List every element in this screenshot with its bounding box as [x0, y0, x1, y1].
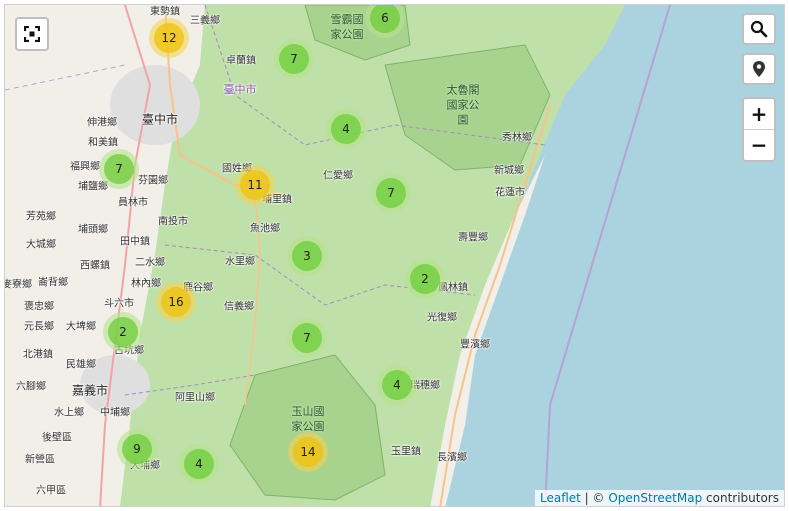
cluster-count: 7	[292, 323, 322, 353]
cluster-count: 14	[293, 437, 323, 467]
cluster-count: 2	[108, 317, 138, 347]
attribution-suffix: contributors	[702, 491, 779, 505]
cluster-count: 2	[410, 264, 440, 294]
cluster-count: 6	[370, 5, 400, 33]
cluster-count: 16	[161, 287, 191, 317]
zoom-in-button[interactable]: +	[744, 99, 774, 129]
marker-cluster[interactable]: 14	[288, 432, 328, 472]
cluster-count: 7	[376, 178, 406, 208]
cluster-count: 12	[154, 23, 184, 53]
cluster-count: 9	[122, 434, 152, 464]
marker-cluster[interactable]: 4	[179, 444, 219, 484]
osm-link[interactable]: OpenStreetMap	[608, 491, 702, 505]
marker-cluster[interactable]: 12	[149, 18, 189, 58]
marker-cluster[interactable]: 16	[156, 282, 196, 322]
cluster-count: 3	[292, 241, 322, 271]
marker-cluster[interactable]: 4	[326, 109, 366, 149]
marker-cluster[interactable]: 7	[371, 173, 411, 213]
fullscreen-button[interactable]	[15, 17, 49, 51]
marker-cluster[interactable]: 9	[117, 429, 157, 469]
cluster-count: 7	[104, 154, 134, 184]
locate-button[interactable]	[742, 53, 776, 85]
cluster-count: 4	[184, 449, 214, 479]
marker-cluster[interactable]: 11	[235, 165, 275, 205]
marker-cluster[interactable]: 7	[287, 318, 327, 358]
marker-cluster[interactable]: 2	[405, 259, 445, 299]
basemap	[5, 5, 671, 506]
leaflet-link[interactable]: Leaflet	[540, 491, 581, 505]
zoom-out-button[interactable]: −	[744, 129, 774, 160]
attribution: Leaflet | © OpenStreetMap contributors	[535, 490, 784, 506]
map-container[interactable]: 東勢鎮 三義鄉 卓蘭鎮 臺中市 臺中市 伸港鄉 和美鎮 福興鄉 芬園鄉 埔鹽鄉 …	[4, 4, 785, 507]
zoom-control: + −	[742, 97, 776, 162]
fullscreen-icon	[24, 26, 40, 42]
cluster-count: 4	[331, 114, 361, 144]
marker-cluster[interactable]: 7	[99, 149, 139, 189]
marker-cluster[interactable]: 7	[274, 39, 314, 79]
cluster-count: 7	[279, 44, 309, 74]
marker-cluster[interactable]: 4	[377, 365, 417, 405]
marker-cluster[interactable]: 3	[287, 236, 327, 276]
cluster-count: 4	[382, 370, 412, 400]
search-button[interactable]	[742, 13, 776, 45]
map-pin-icon	[753, 61, 765, 77]
marker-cluster[interactable]: 2	[103, 312, 143, 352]
attribution-separator: | ©	[580, 491, 609, 505]
search-icon	[750, 20, 768, 38]
cluster-count: 11	[240, 170, 270, 200]
